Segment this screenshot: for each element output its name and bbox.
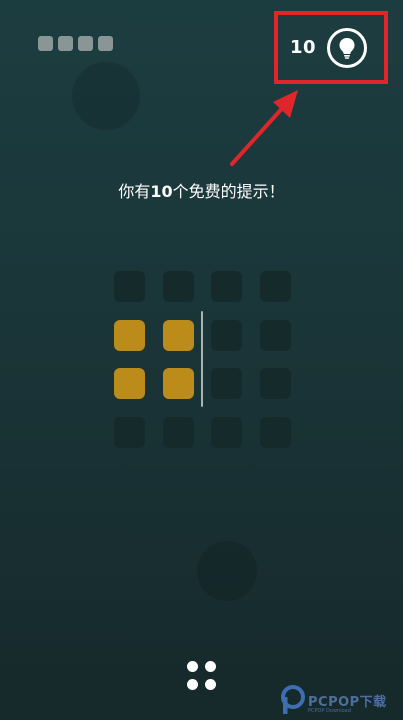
progress-dot [38,36,53,51]
menu-button[interactable] [187,661,217,691]
progress-dot [98,36,113,51]
grid-tile-filled[interactable] [114,368,145,399]
grid-tile-filled[interactable] [163,368,194,399]
decorative-circle [197,541,257,601]
grid-tile-filled[interactable] [163,320,194,351]
pcpop-logo-icon [281,685,305,714]
grid-tile-empty[interactable] [260,271,291,302]
grid-tile-empty[interactable] [211,320,242,351]
menu-dot [187,661,198,672]
grid-tile-empty[interactable] [211,271,242,302]
menu-dot [205,661,216,672]
decorative-circle [72,62,140,130]
pointer-arrow-icon [230,90,298,166]
watermark-subtext: PCPOP Download [308,708,351,714]
grid-tile-empty[interactable] [260,368,291,399]
watermark: PCPOP下载 PCPOP Download [279,683,403,720]
progress-dot [78,36,93,51]
grid-tile-empty[interactable] [260,417,291,448]
grid-tile-filled[interactable] [114,320,145,351]
level-progress [38,36,113,51]
hint-count: 10 [290,37,317,58]
grid-tile-empty[interactable] [163,417,194,448]
grid-tile-empty[interactable] [211,368,242,399]
grid-divider-line [201,311,203,407]
grid-tile-empty[interactable] [163,271,194,302]
lightbulb-icon [339,38,355,59]
hint-message: 你有10个免费的提示！ [118,182,285,201]
grid-tile-empty[interactable] [211,417,242,448]
hint-button[interactable] [327,28,367,68]
grid-tile-empty[interactable] [114,417,145,448]
grid-tile-empty[interactable] [114,271,145,302]
progress-dot [58,36,73,51]
grid-tile-empty[interactable] [260,320,291,351]
menu-dot [205,679,216,690]
menu-dot [187,679,198,690]
